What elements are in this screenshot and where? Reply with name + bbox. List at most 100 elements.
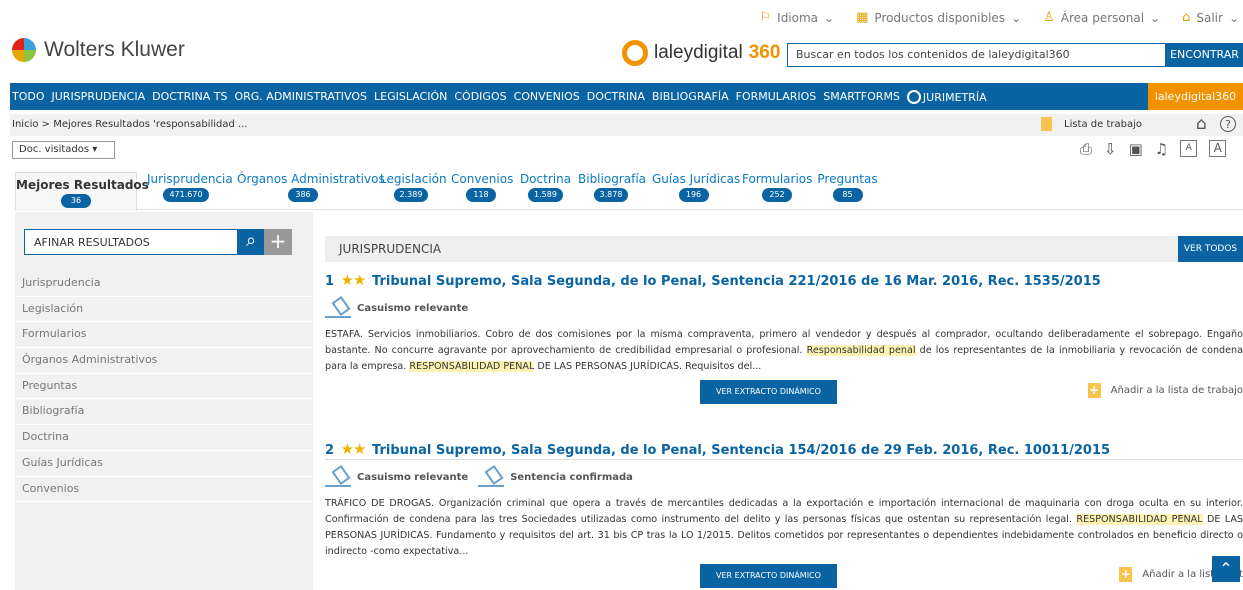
result-tags: Casuismo relevante [325,296,1243,320]
grid-icon: ▦ [856,10,869,25]
nav-item-formularios[interactable]: FORMULARIOS [736,90,817,103]
chevron-down-icon: ⌄ [1011,10,1022,25]
result-tags: Casuismo relevante Sentencia confirmada [325,465,1243,489]
gavel-icon [478,467,505,487]
sidebar-item-guias[interactable]: Guías Jurídicas [15,451,313,477]
nav-item-smartforms[interactable]: SMARTFORMS [823,90,900,103]
user-icon: ♙ [1043,10,1055,25]
refine-results-input[interactable]: AFINAR RESULTADOS [24,229,238,255]
stars-icon: ★★ [340,440,367,458]
tab-formularios[interactable]: Formularios 252 [742,172,812,202]
tab-doctrina[interactable]: Doctrina 1.589 [518,172,573,202]
wolters-kluwer-logo[interactable]: Wolters Kluwer [12,38,185,62]
dynamic-extract-button[interactable]: VER EXTRACTO DINÁMICO [700,380,837,404]
document-icon [1041,117,1052,131]
section-heading: JURISPRUDENCIA [325,236,1243,262]
scroll-to-top-button[interactable]: ⌃ [1212,556,1240,582]
add-document-icon: + [1087,383,1101,398]
sidebar-item-formularios[interactable]: Formularios [15,322,313,349]
result-title[interactable]: 1 ★★ Tribunal Supremo, Sala Segunda, de … [325,271,1243,289]
tab-convenios[interactable]: Convenios 118 [451,172,513,202]
font-larger-button[interactable]: A [1209,140,1227,157]
breadcrumb-bar: Inicio > Mejores Resultados 'responsabil… [10,114,1243,136]
globe-icon [12,38,36,62]
gavel-icon [325,467,351,487]
download-icon[interactable]: ⇩ [1104,140,1117,158]
result-tabs: Mejores Resultados 36 Jurisprudencia 471.6… [15,172,1243,211]
tab-bibliografia[interactable]: Bibliografía 3.878 [578,172,646,202]
view-all-button[interactable]: VER TODOS [1178,236,1243,262]
ring-icon [622,40,648,66]
nav-item-codigos[interactable]: CÓDIGOS [454,90,506,103]
dynamic-extract-button[interactable]: VER EXTRACTO DINÁMICO [700,564,837,588]
sidebar-item-doctrina[interactable]: Doctrina [15,425,313,451]
nav-item-doctrina-ts[interactable]: DOCTRINA TS [152,90,227,103]
logout-menu[interactable]: ⌂ Salir ⌄ [1182,10,1239,25]
breadcrumb[interactable]: Inicio > Mejores Resultados 'responsabil… [12,119,248,130]
bell-icon[interactable]: ♫ [1155,140,1168,158]
search-icon[interactable]: ⌕ [238,229,264,255]
preview-icon[interactable]: ▣ [1129,140,1143,158]
refine-sidebar: AFINAR RESULTADOS ⌕ + Jurisprudencia Leg… [15,212,313,590]
language-menu[interactable]: ⚐ Idioma ⌄ [760,10,835,25]
search-icon [906,89,921,104]
main-navigation: TODO JURISPRUDENCIA DOCTRINA TS ORG. ADM… [10,83,1243,110]
sidebar-item-convenios[interactable]: Convenios [15,477,313,503]
refine-list: Jurisprudencia Legislación Formularios Ó… [15,271,313,503]
nav-item-legislacion[interactable]: LEGISLACIÓN [374,90,447,103]
nav-item-jurisprudencia[interactable]: JURISPRUDENCIA [52,90,146,103]
chevron-down-icon: ⌄ [1228,10,1239,25]
gavel-icon [325,298,351,318]
sidebar-item-organos[interactable]: Órganos Administrativos [15,348,313,374]
home-icon[interactable]: ⌂ [1196,114,1207,134]
font-smaller-button[interactable]: A [1180,140,1198,157]
nav-item-bibliografia[interactable]: BIBLIOGRAFÍA [652,90,729,103]
page: ⚐ Idioma ⌄ ▦ Productos disponibles ⌄ ♙ Área p… [0,0,1243,590]
stars-icon: ★★ [340,271,367,289]
nav-item-convenios[interactable]: CONVENIOS [514,90,580,103]
sidebar-item-jurisprudencia[interactable]: Jurisprudencia [15,271,313,297]
print-icon[interactable]: ⎙ [1080,140,1092,158]
tag-casuismo: Casuismo relevante [325,467,468,487]
lock-icon: ⌂ [1182,10,1191,25]
search-input[interactable]: Buscar en todos los contenidos de laleyd… [787,43,1166,67]
dropdown-arrow-icon: ▾ [89,144,98,155]
nav-item-jurimetria[interactable]: JURIMETRÍA [906,89,994,104]
document-tools: ⎙ ⇩ ▣ ♫ A A [1080,140,1227,158]
chevron-down-icon: ⌄ [824,10,835,25]
tab-preguntas[interactable]: Preguntas 85 [817,172,878,202]
nav-item-doctrina[interactable]: DOCTRINA [587,90,645,103]
tab-jurisprudencia[interactable]: Jurisprudencia 471.670 [147,172,233,202]
worklist-link[interactable]: Lista de trabajo [1041,117,1142,131]
help-icon[interactable]: ? [1220,116,1236,132]
sidebar-item-bibliografia[interactable]: Bibliografía [15,399,313,426]
flag-icon: ⚐ [759,10,772,25]
visited-documents-select[interactable]: Doc. visitados ▾ [12,141,115,159]
tab-organos-administrativos[interactable]: Órganos Administrativos 386 [237,172,385,202]
laleydigital-logo[interactable]: laleydigital 360 [622,40,780,66]
laleydigital-nav-button[interactable]: laleydigital360 [1148,83,1243,110]
nav-item-todo[interactable]: TODO [12,90,45,103]
result-item: 1 ★★ Tribunal Supremo, Sala Segunda, de … [325,271,1243,460]
results-panel: JURISPRUDENCIA VER TODOS 1 ★★ Tribunal S… [325,236,1243,590]
products-menu[interactable]: ▦ Productos disponibles ⌄ [856,10,1021,25]
nav-item-organos[interactable]: ORG. ADMINISTRATIVOS [234,90,367,103]
add-to-worklist-link[interactable]: + Añadir a la lista de trabajo [1087,383,1243,398]
chevron-down-icon: ⌄ [1150,10,1161,25]
personal-area-menu[interactable]: ♙ Área personal ⌄ [1043,10,1160,25]
result-item: 2 ★★ Tribunal Supremo, Sala Segunda, de … [325,440,1243,588]
result-title[interactable]: 2 ★★ Tribunal Supremo, Sala Segunda, de … [325,440,1243,458]
add-document-icon: + [1119,567,1133,582]
sidebar-item-preguntas[interactable]: Preguntas [15,374,313,400]
tab-mejores-resultados[interactable]: Mejores Resultados 36 [15,172,149,211]
result-summary: ESTAFA. Servicios inmobiliarios. Cobro d… [325,329,1243,372]
search-button[interactable]: ENCONTRAR [1166,43,1243,67]
tag-confirmada: Sentencia confirmada [478,467,633,487]
result-summary: TRÁFICO DE DROGAS. Organización criminal… [325,498,1243,557]
tab-legislacion[interactable]: Legislación 2.389 [380,172,447,202]
app-frame: ⚐ Idioma ⌄ ▦ Productos disponibles ⌄ ♙ Área p… [10,0,1243,590]
sidebar-item-legislacion[interactable]: Legislación [15,297,313,323]
tab-guias-juridicas[interactable]: Guías Jurídicas 196 [652,172,740,202]
top-utility-bar: ⚐ Idioma ⌄ ▦ Productos disponibles ⌄ ♙ Área p… [760,10,1240,25]
add-filter-button[interactable]: + [264,229,292,255]
